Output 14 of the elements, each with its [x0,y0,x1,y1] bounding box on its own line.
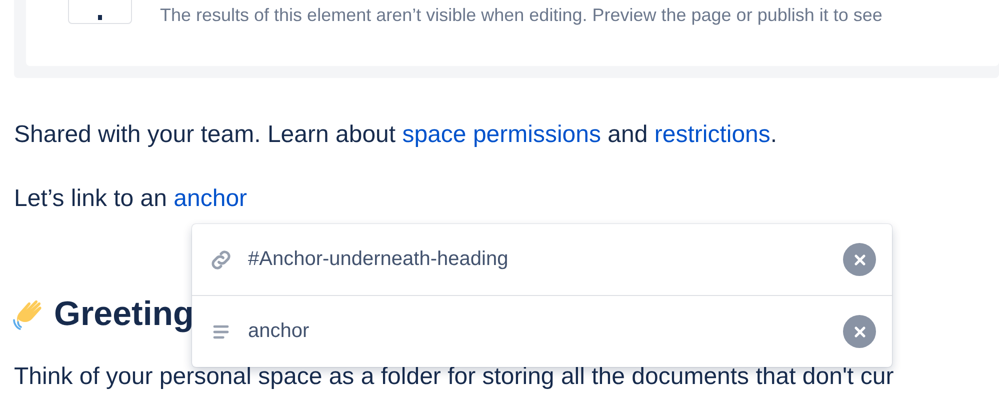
clear-button[interactable] [843,315,876,348]
clear-button[interactable] [843,243,876,276]
paragraph-text: Let’s link to an anchor [14,184,248,214]
text-link[interactable]: restrictions [654,121,770,148]
link-url-field[interactable]: #Anchor-underneath-heading [248,248,829,271]
paragraph-text: Shared with your team. Learn about space permissions and restrictions. [14,120,778,150]
section-heading: Greeting [54,294,194,334]
close-icon [854,254,866,266]
macro-message: The results of this element aren’t visible when editing. Preview the page or publish it to see [160,4,882,26]
text-link[interactable]: anchor [174,185,248,212]
link-text-field[interactable]: anchor [248,320,829,343]
body-text: Think of your personal space as a folder for storing all the documents that don't cur [14,362,895,392]
text-link[interactable]: space permissions [402,121,601,148]
close-icon [854,326,866,338]
